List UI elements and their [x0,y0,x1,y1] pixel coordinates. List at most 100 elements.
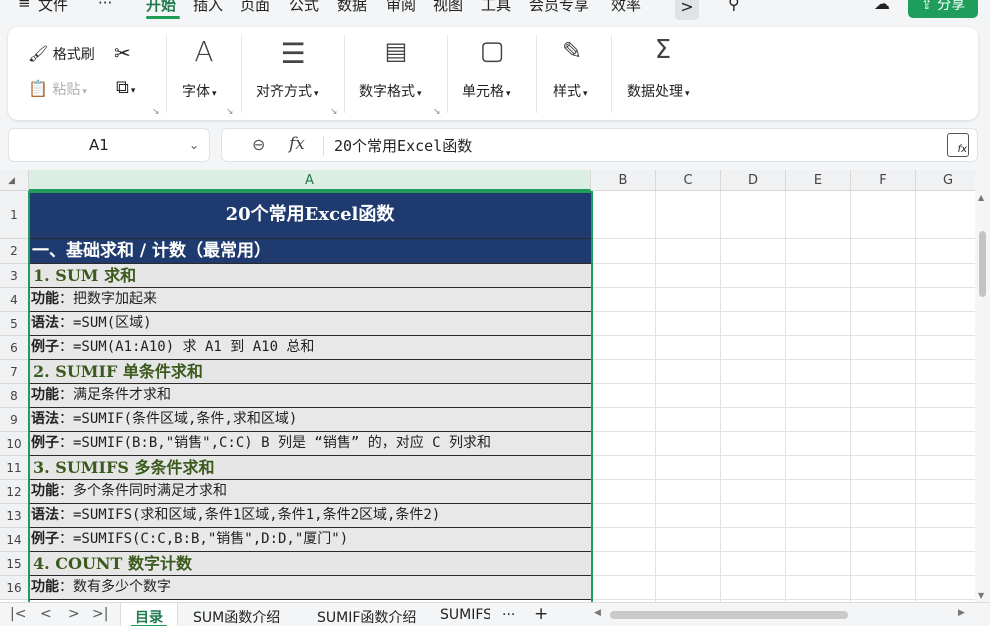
tab-insert[interactable]: 插入 [193,0,223,15]
column-header-g[interactable]: G [916,170,975,191]
cell-a13[interactable]: 语法：=SUMIFS(求和区域,条件1区域,条件1,条件2区域,条件2) [29,504,591,528]
scroll-down-icon[interactable]: ▼ [978,591,984,600]
row-header[interactable]: 11 [0,456,29,480]
more-sheets-icon[interactable]: ··· [502,607,515,623]
cell-a11[interactable]: 3. SUMIFS 多条件求和 [29,456,591,480]
row-header[interactable]: 2 [0,239,29,264]
column-header-a[interactable]: A [29,170,591,191]
vertical-scrollbar[interactable]: ▲ ▼ [975,191,990,602]
tab-page[interactable]: 页面 [240,0,270,15]
row-header[interactable]: 14 [0,528,29,552]
cell-text: ：满足条件才求和 [59,387,171,403]
format-painter-button[interactable]: 🖌 格式刷 [28,44,95,64]
number-format-dropdown[interactable]: 数字格式 ▾ [359,81,422,101]
menu-more[interactable]: ··· [98,0,112,12]
scroll-thumb[interactable] [979,231,986,297]
column-header-e[interactable]: E [786,170,851,191]
copy-button[interactable]: ⧉ ▾ [116,77,135,98]
cut-icon[interactable]: ✂ [114,41,131,65]
scroll-up-icon[interactable]: ▲ [978,193,984,202]
cell-a6[interactable]: 例子：=SUM(A1:A10) 求 A1 到 A10 总和 [29,336,591,360]
gridline [655,191,656,602]
select-all-corner[interactable]: ◢ [0,170,29,191]
alignment-launcher-icon[interactable]: ↘ [330,107,338,117]
chevron-down-icon[interactable]: ⌄ [189,138,199,152]
row-header[interactable]: 16 [0,576,29,600]
data-processing-dropdown[interactable]: 数据处理 ▾ [627,81,690,101]
tab-home[interactable]: 开始 [146,0,176,15]
cell-a16[interactable]: 功能：数有多少个数字 [29,576,591,600]
row-header[interactable]: 10 [0,432,29,456]
main-menu-icon[interactable]: ≡ [18,0,31,12]
tab-data[interactable]: 数据 [337,0,367,15]
row-header[interactable]: 9 [0,408,29,432]
cell-a10[interactable]: 例子：=SUMIF(B:B,"销售",C:C) B 列是 “销售” 的，对应 C… [29,432,591,456]
column-header-c[interactable]: C [656,170,721,191]
search-icon[interactable]: ⚲ [728,0,740,13]
cell-a4[interactable]: 功能：把数字加起来 [29,288,591,312]
row-header[interactable]: 12 [0,480,29,504]
cell-a14[interactable]: 例子：=SUMIFS(C:C,B:B,"销售",D:D,"厦门") [29,528,591,552]
cell-a7[interactable]: 2. SUMIF 单条件求和 [29,360,591,384]
cell-a1[interactable]: 20个常用Excel函数 [29,191,591,239]
column-header-d[interactable]: D [721,170,786,191]
name-box[interactable]: A1 ⌄ [8,128,210,162]
cells-dropdown[interactable]: 单元格 ▾ [462,81,511,101]
cell-a5[interactable]: 语法：=SUM(区域) [29,312,591,336]
alignment-dropdown[interactable]: 对齐方式 ▾ [256,81,319,101]
row-header[interactable]: 7 [0,360,29,384]
cell-a8[interactable]: 功能：满足条件才求和 [29,384,591,408]
sheet-tab-contents[interactable]: 目录 [120,603,178,626]
prev-sheet-icon[interactable]: < [40,606,52,622]
formula-bar[interactable]: ⊖ fx 20个常用Excel函数 fx [221,128,978,162]
row-header[interactable]: 8 [0,384,29,408]
row-header[interactable]: 3 [0,264,29,288]
scroll-left-icon[interactable]: ◀ [594,608,601,618]
styles-icon: ✎ [561,37,583,65]
clipboard-launcher-icon[interactable]: ↘ [152,107,160,117]
formula-editor-icon[interactable]: fx [947,133,969,157]
sheet-tab-sumif[interactable]: SUMIF函数介绍 [317,607,416,626]
add-sheet-button[interactable]: + [534,604,548,624]
formula-input[interactable]: 20个常用Excel函数 [334,135,472,156]
last-sheet-icon[interactable]: >| [92,606,108,622]
ribbon-next-button[interactable]: > [675,0,699,20]
tab-formulas[interactable]: 公式 [289,0,319,15]
insert-function-icon[interactable]: fx [289,134,305,154]
font-launcher-icon[interactable]: ↘ [226,107,234,117]
first-sheet-icon[interactable]: |< [10,606,26,622]
row-header[interactable]: 5 [0,312,29,336]
cell-a12[interactable]: 功能：多个条件同时满足才求和 [29,480,591,504]
cell-a15[interactable]: 4. COUNT 数字计数 [29,552,591,576]
cell-a3[interactable]: 1. SUM 求和 [29,264,591,288]
menu-file[interactable]: 文件 [38,0,68,15]
horizontal-scroll-thumb[interactable] [610,611,848,619]
tab-tools[interactable]: 工具 [481,0,511,15]
column-header-b[interactable]: B [591,170,656,191]
tab-efficiency[interactable]: 效率 [611,0,641,15]
row-header[interactable]: 15 [0,552,29,576]
worksheet-grid[interactable]: ◢ A B C D E F G 20个常用Excel函数 一、基础求和 / 计数（最常用） 1. … [0,170,975,602]
next-sheet-icon[interactable]: > [68,606,80,622]
cell-a2[interactable]: 一、基础求和 / 计数（最常用） [29,239,591,264]
column-header-f[interactable]: F [851,170,916,191]
sheet-tab-sum[interactable]: SUM函数介绍 [193,607,280,626]
cell-a9[interactable]: 语法：=SUMIF(条件区域,条件,求和区域) [29,408,591,432]
tab-review[interactable]: 审阅 [386,0,416,15]
share-button[interactable]: ⇪ 分享 [908,0,978,18]
sheet-tab-bar: |< < > >| 目录 SUM函数介绍 SUMIF函数介绍 SUMIFS ··… [0,602,990,626]
zoom-icon[interactable]: ⊖ [252,135,265,154]
cloud-upload-icon[interactable]: ☁ [874,0,890,13]
scroll-right-icon[interactable]: ▶ [958,608,965,618]
styles-dropdown[interactable]: 样式 ▾ [553,81,588,101]
row-header[interactable]: 13 [0,504,29,528]
number-format-launcher-icon[interactable]: ↘ [433,107,441,117]
font-dropdown[interactable]: 字体 ▾ [182,81,217,101]
paste-button[interactable]: 📋 粘贴 ▾ [28,79,87,99]
row-header[interactable]: 4 [0,288,29,312]
row-header[interactable]: 1 [0,191,29,239]
row-header[interactable]: 6 [0,336,29,360]
tab-view[interactable]: 视图 [433,0,463,15]
tab-member[interactable]: 会员专享 [529,0,589,15]
sheet-tab-sumifs[interactable]: SUMIFS [440,607,490,623]
